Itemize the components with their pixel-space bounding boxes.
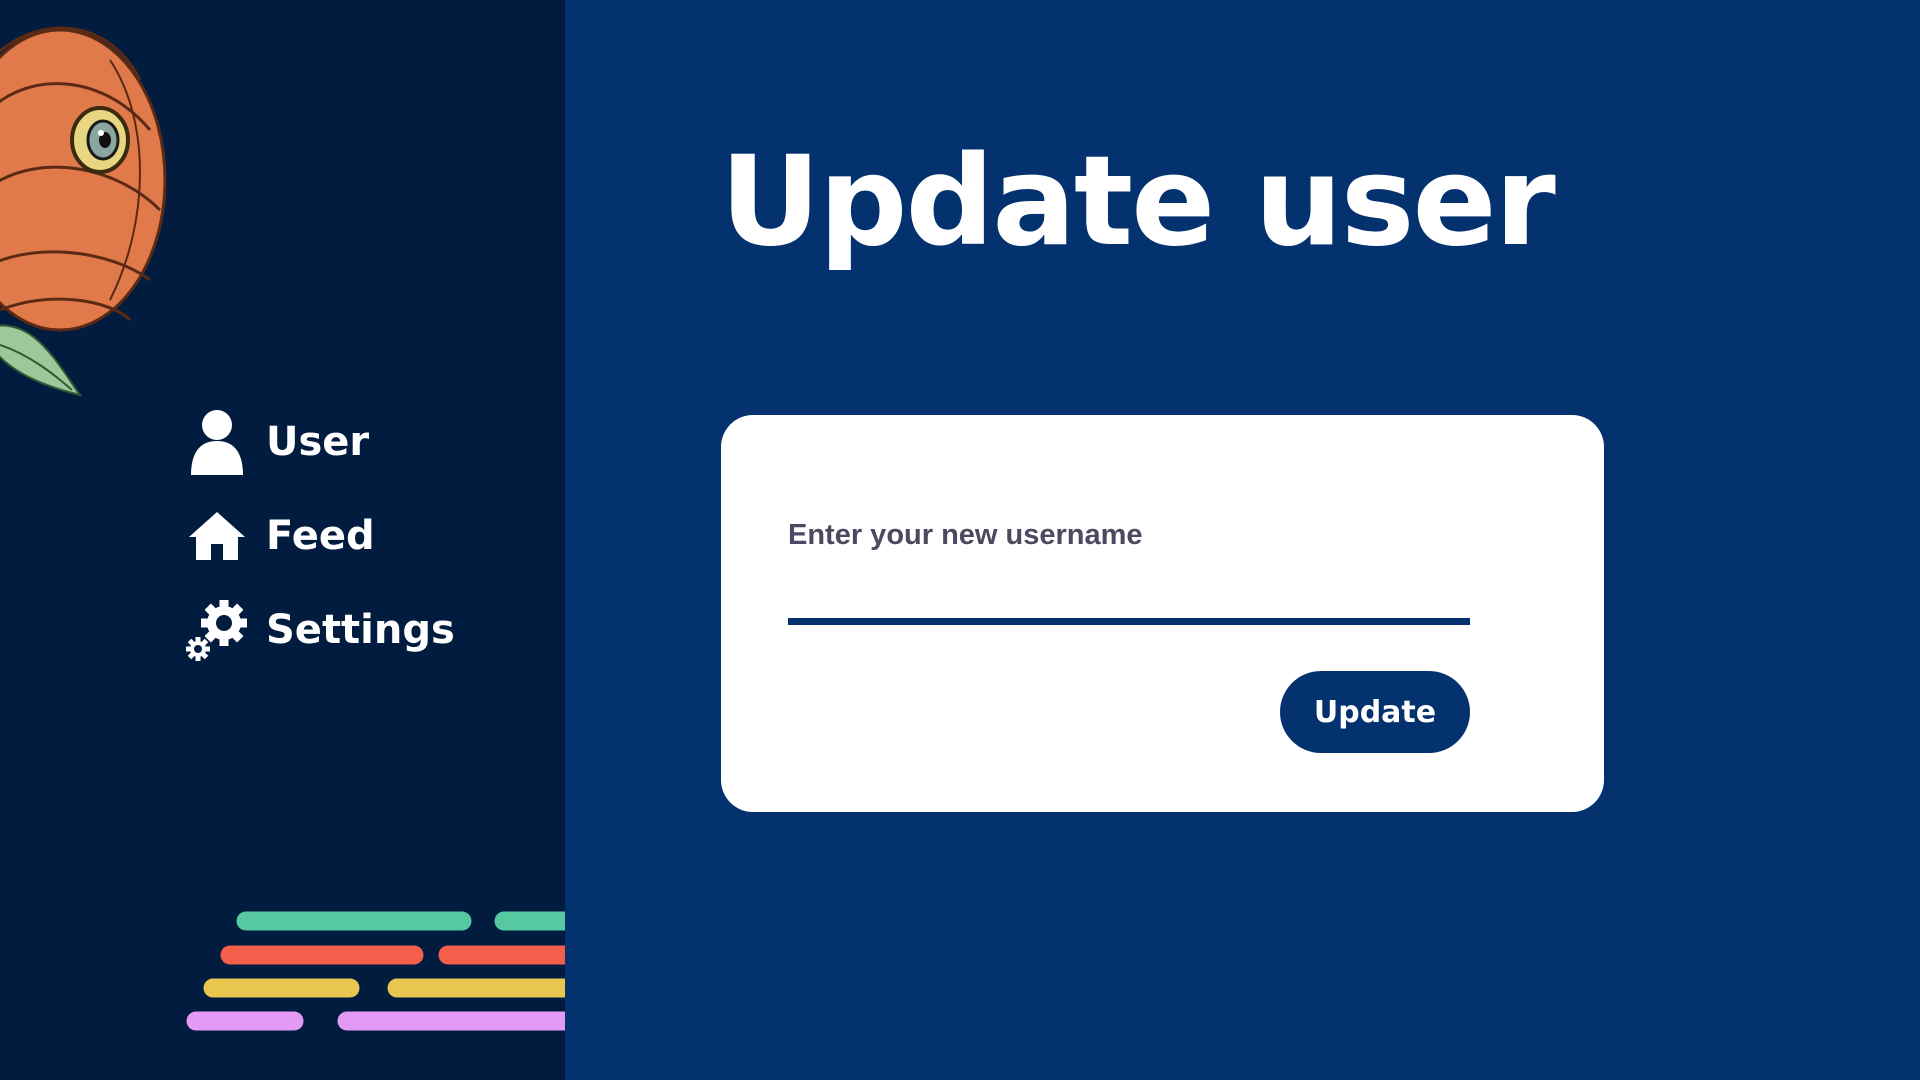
sidebar-item-label: User <box>266 419 370 465</box>
app-root: User Feed Settings Update user Enter you… <box>0 0 1920 1080</box>
page-title: Update user <box>720 130 1556 274</box>
sidebar-item-label: Settings <box>266 607 455 653</box>
sidebar-item-user[interactable]: User <box>185 395 455 489</box>
home-icon <box>185 502 249 570</box>
sidebar-item-label: Feed <box>266 513 375 559</box>
gear-icon <box>185 596 249 664</box>
decorative-stripes <box>186 911 565 1031</box>
username-input[interactable] <box>788 565 1470 625</box>
sidebar-item-settings[interactable]: Settings <box>185 583 455 677</box>
sidebar-nav: User Feed Settings <box>185 395 455 677</box>
update-user-card: Enter your new username Update <box>721 415 1604 812</box>
update-button[interactable]: Update <box>1280 671 1470 753</box>
sidebar-item-feed[interactable]: Feed <box>185 489 455 583</box>
rose-illustration <box>0 26 167 397</box>
user-icon <box>185 408 249 476</box>
username-label: Enter your new username <box>788 519 1143 551</box>
sidebar: User Feed Settings <box>0 0 565 1080</box>
